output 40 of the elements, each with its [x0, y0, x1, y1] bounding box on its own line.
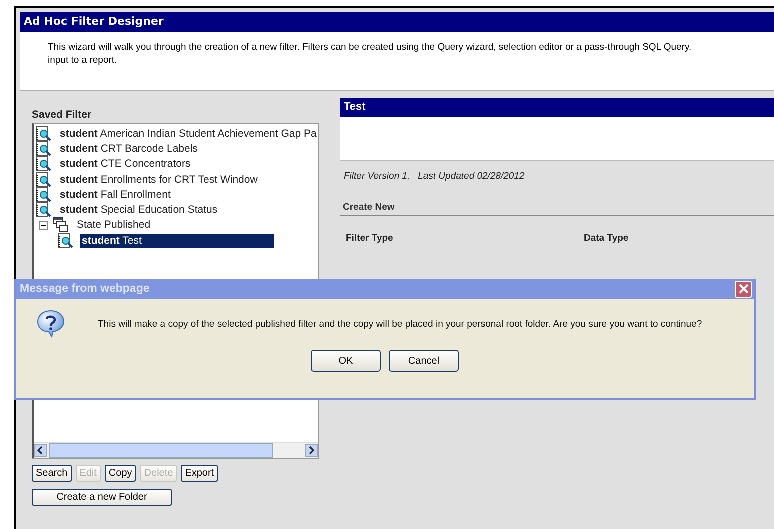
description-text: This wizard will walk you through the creation of a new filter. Filters can be created using the Query wizard, selection editor or a pass-through SQL Query.: [48, 41, 693, 54]
tree-item[interactable]: State Published: [75, 218, 153, 232]
magnifier-page-icon: [36, 202, 52, 218]
tree-item[interactable]: student Enrollments for CRT Test Window: [58, 172, 260, 187]
tree-item[interactable]: student American Indian Student Achievement Gap Pa: [58, 126, 318, 141]
tree-item[interactable]: student Special Education Status: [58, 203, 220, 218]
magnifier-page-icon: [58, 232, 74, 249]
magnifier-page-icon: [36, 156, 52, 172]
section-heading: Create New: [340, 202, 774, 216]
close-button[interactable]: [735, 280, 752, 298]
dialog-title: Message from webpage: [20, 283, 150, 295]
window-title: Ad Hoc Filter Designer: [20, 12, 774, 32]
toolbar-button[interactable]: Copy: [104, 465, 136, 482]
description-text: input to a report.: [48, 54, 118, 67]
tree-item[interactable]: student Fall Enrollment: [58, 188, 173, 202]
toolbar-button[interactable]: Search: [32, 465, 72, 482]
panel-label: Saved Filter: [32, 109, 93, 123]
cancel-button[interactable]: Cancel: [389, 350, 459, 372]
magnifier-page-icon: [36, 126, 52, 142]
toolbar-button[interactable]: Export: [181, 465, 218, 482]
new-folder-button[interactable]: Create a new Folder: [32, 489, 172, 506]
detail-title: Test: [340, 98, 774, 117]
ok-button[interactable]: OK: [311, 350, 381, 372]
scroll-left-icon[interactable]: [34, 444, 47, 457]
magnifier-page-icon: [36, 140, 52, 157]
version-text: Filter Version 1, Last Updated 02/28/2012: [344, 171, 526, 182]
close-icon: [738, 284, 748, 294]
question-icon: [36, 309, 66, 339]
tree-item[interactable]: student Test: [80, 234, 274, 248]
column-heading: Data Type: [583, 233, 630, 244]
scroll-right-icon[interactable]: [305, 444, 318, 457]
magnifier-page-icon: [36, 172, 52, 188]
dialog-message: This will make a copy of the selected published filter and the copy will be placed in your personal root folder. Are you sure you want to continue?: [98, 318, 702, 330]
tree-item[interactable]: student CTE Concentrators: [58, 157, 193, 172]
tree-item[interactable]: student CRT Barcode Labels: [58, 142, 200, 156]
column-heading: Filter Type: [345, 233, 394, 244]
folder-stack-icon: [53, 217, 69, 234]
collapse-toggle[interactable]: [39, 220, 48, 230]
horizontal-scrollbar[interactable]: [34, 442, 318, 458]
magnifier-page-icon: [36, 186, 52, 203]
